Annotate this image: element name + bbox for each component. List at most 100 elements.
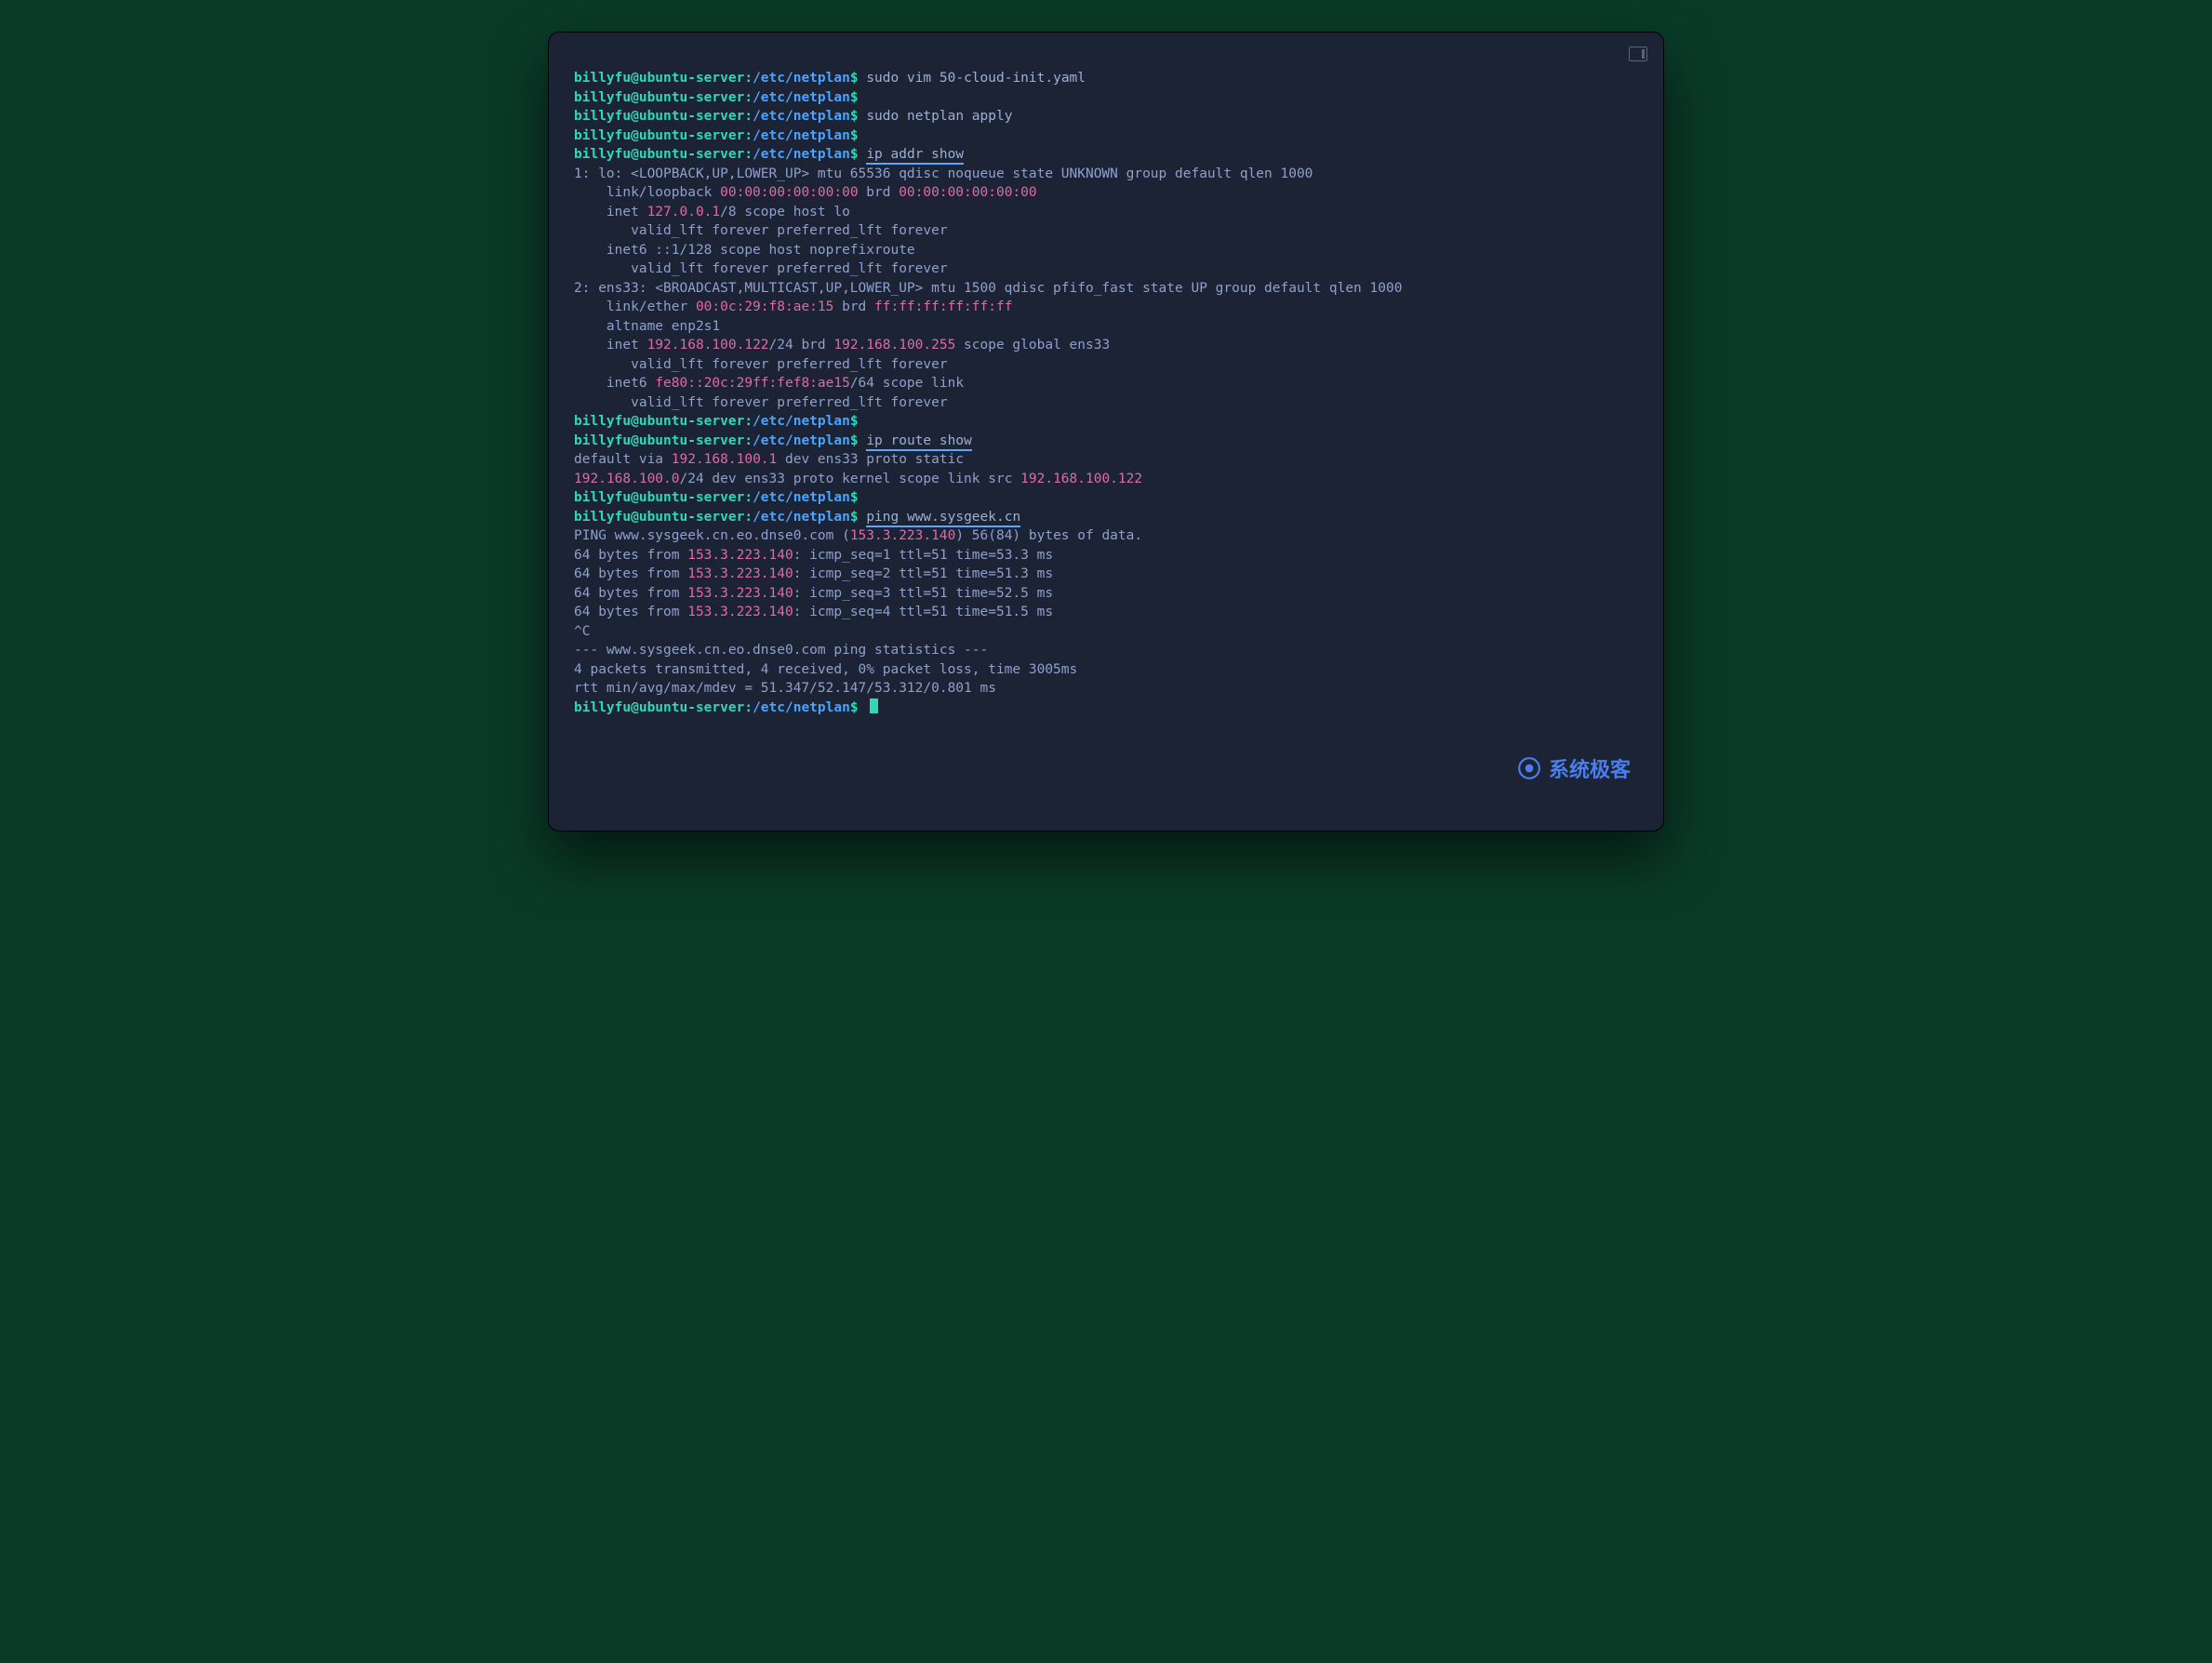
output-line: inet 127.0.0.1/8 scope host lo — [574, 203, 1638, 222]
output-text: scope global ens33 — [955, 338, 1110, 353]
command-text: sudo netplan apply — [866, 109, 1012, 124]
output-line: valid_lft forever preferred_lft forever — [574, 393, 1638, 413]
output-text: rtt min/avg/max/mdev = 51.347/52.147/53.… — [574, 681, 996, 696]
output-line: valid_lft forever preferred_lft forever — [574, 355, 1638, 375]
prompt-dollar: $ — [850, 109, 859, 124]
output-line: rtt min/avg/max/mdev = 51.347/52.147/53.… — [574, 679, 1638, 698]
output-text: inet6 — [574, 376, 655, 391]
prompt-user: billyfu — [574, 128, 631, 143]
prompt-line: billyfu@ubuntu-server:/etc/netplan$ — [574, 126, 1638, 146]
prompt-host: ubuntu-server — [639, 71, 745, 86]
prompt-dollar: $ — [850, 490, 859, 505]
output-text: 192.168.100.122 — [647, 338, 769, 353]
output-text: fe80::20c:29ff:fef8:ae15 — [655, 376, 850, 391]
output-line: 1: lo: <LOOPBACK,UP,LOWER_UP> mtu 65536 … — [574, 165, 1638, 184]
output-text: brd — [859, 185, 899, 200]
prompt-host: ubuntu-server — [639, 90, 745, 105]
prompt-host: ubuntu-server — [639, 414, 745, 429]
prompt-user: billyfu — [574, 109, 631, 124]
prompt-user: billyfu — [574, 510, 631, 525]
prompt-line: billyfu@ubuntu-server:/etc/netplan$ sudo… — [574, 107, 1638, 126]
output-text: inet — [574, 205, 647, 220]
output-text: ff:ff:ff:ff:ff:ff — [874, 299, 1012, 314]
prompt-host: ubuntu-server — [639, 510, 745, 525]
output-text: 00:0c:29:f8:ae:15 — [696, 299, 833, 314]
output-text: 127.0.0.1 — [647, 205, 721, 220]
output-text: link/loopback — [574, 185, 720, 200]
prompt-host: ubuntu-server — [639, 490, 745, 505]
output-line: --- www.sysgeek.cn.eo.dnse0.com ping sta… — [574, 641, 1638, 660]
cursor-icon — [870, 698, 878, 713]
prompt-line: billyfu@ubuntu-server:/etc/netplan$ sudo… — [574, 69, 1638, 88]
prompt-path: /etc/netplan — [753, 414, 850, 429]
output-line: 4 packets transmitted, 4 received, 0% pa… — [574, 660, 1638, 680]
output-line: ^C — [574, 622, 1638, 642]
output-text: 192.168.100.1 — [672, 452, 778, 467]
output-text: default via — [574, 452, 672, 467]
prompt-user: billyfu — [574, 433, 631, 448]
output-text: : icmp_seq=3 ttl=51 time=52.5 ms — [793, 586, 1053, 601]
output-text: 64 bytes from — [574, 548, 687, 563]
output-line: valid_lft forever preferred_lft forever — [574, 259, 1638, 279]
output-text: 64 bytes from — [574, 566, 687, 581]
prompt-path: /etc/netplan — [753, 700, 850, 715]
output-text: 64 bytes from — [574, 586, 687, 601]
prompt-user: billyfu — [574, 490, 631, 505]
command-text: ip addr show — [866, 147, 964, 165]
output-text: : icmp_seq=4 ttl=51 time=51.5 ms — [793, 605, 1053, 619]
scroll-indicator-icon — [1629, 47, 1647, 61]
prompt-host: ubuntu-server — [639, 128, 745, 143]
output-text: valid_lft forever preferred_lft forever — [574, 395, 948, 410]
output-text: 00:00:00:00:00:00 — [720, 185, 858, 200]
prompt-path: /etc/netplan — [753, 109, 850, 124]
prompt-dollar: $ — [850, 510, 859, 525]
output-text: PING www.sysgeek.cn.eo.dnse0.com ( — [574, 528, 850, 543]
output-text: 153.3.223.140 — [687, 548, 793, 563]
output-text: /24 dev ens33 proto kernel scope link sr… — [680, 472, 1021, 486]
output-line: 64 bytes from 153.3.223.140: icmp_seq=3 … — [574, 584, 1638, 604]
prompt-path: /etc/netplan — [753, 128, 850, 143]
prompt-dollar: $ — [850, 414, 859, 429]
prompt-dollar: $ — [850, 147, 859, 162]
output-text: 192.168.100.122 — [1020, 472, 1142, 486]
prompt-line: billyfu@ubuntu-server:/etc/netplan$ — [574, 88, 1638, 108]
output-text: 64 bytes from — [574, 605, 687, 619]
output-text: : icmp_seq=1 ttl=51 time=53.3 ms — [793, 548, 1053, 563]
output-text: 00:00:00:00:00:00 — [899, 185, 1036, 200]
prompt-line: billyfu@ubuntu-server:/etc/netplan$ — [574, 412, 1638, 432]
prompt-host: ubuntu-server — [639, 433, 745, 448]
output-text: 4 packets transmitted, 4 received, 0% pa… — [574, 662, 1077, 677]
output-line: inet6 fe80::20c:29ff:fef8:ae15/64 scope … — [574, 374, 1638, 393]
prompt-path: /etc/netplan — [753, 510, 850, 525]
output-text: valid_lft forever preferred_lft forever — [574, 357, 948, 372]
output-line: link/loopback 00:00:00:00:00:00 brd 00:0… — [574, 183, 1638, 203]
output-text: 192.168.100.255 — [833, 338, 955, 353]
output-text: --- www.sysgeek.cn.eo.dnse0.com ping sta… — [574, 643, 988, 658]
prompt-line: billyfu@ubuntu-server:/etc/netplan$ — [574, 698, 1638, 718]
output-text: inet6 ::1/128 scope host noprefixroute — [574, 243, 915, 258]
output-line: link/ether 00:0c:29:f8:ae:15 brd ff:ff:f… — [574, 298, 1638, 317]
terminal-output[interactable]: billyfu@ubuntu-server:/etc/netplan$ sudo… — [574, 69, 1638, 805]
prompt-user: billyfu — [574, 71, 631, 86]
prompt-path: /etc/netplan — [753, 71, 850, 86]
prompt-dollar: $ — [850, 433, 859, 448]
output-text: 153.3.223.140 — [687, 586, 793, 601]
prompt-user: billyfu — [574, 90, 631, 105]
prompt-line: billyfu@ubuntu-server:/etc/netplan$ ping… — [574, 508, 1638, 527]
prompt-path: /etc/netplan — [753, 90, 850, 105]
output-line: inet 192.168.100.122/24 brd 192.168.100.… — [574, 336, 1638, 355]
prompt-path: /etc/netplan — [753, 147, 850, 162]
prompt-user: billyfu — [574, 414, 631, 429]
prompt-line: billyfu@ubuntu-server:/etc/netplan$ — [574, 488, 1638, 508]
output-line: inet6 ::1/128 scope host noprefixroute — [574, 241, 1638, 260]
command-text: ping www.sysgeek.cn — [866, 510, 1020, 527]
output-text: 1: lo: <LOOPBACK,UP,LOWER_UP> mtu 65536 … — [574, 166, 1313, 181]
terminal-window: billyfu@ubuntu-server:/etc/netplan$ sudo… — [548, 32, 1664, 832]
output-text: 153.3.223.140 — [850, 528, 956, 543]
output-text: 153.3.223.140 — [687, 566, 793, 581]
output-text: /8 scope host lo — [720, 205, 850, 220]
output-line: 64 bytes from 153.3.223.140: icmp_seq=4 … — [574, 603, 1638, 622]
output-line: 64 bytes from 153.3.223.140: icmp_seq=2 … — [574, 565, 1638, 584]
prompt-dollar: $ — [850, 700, 859, 715]
output-line: altname enp2s1 — [574, 317, 1638, 337]
